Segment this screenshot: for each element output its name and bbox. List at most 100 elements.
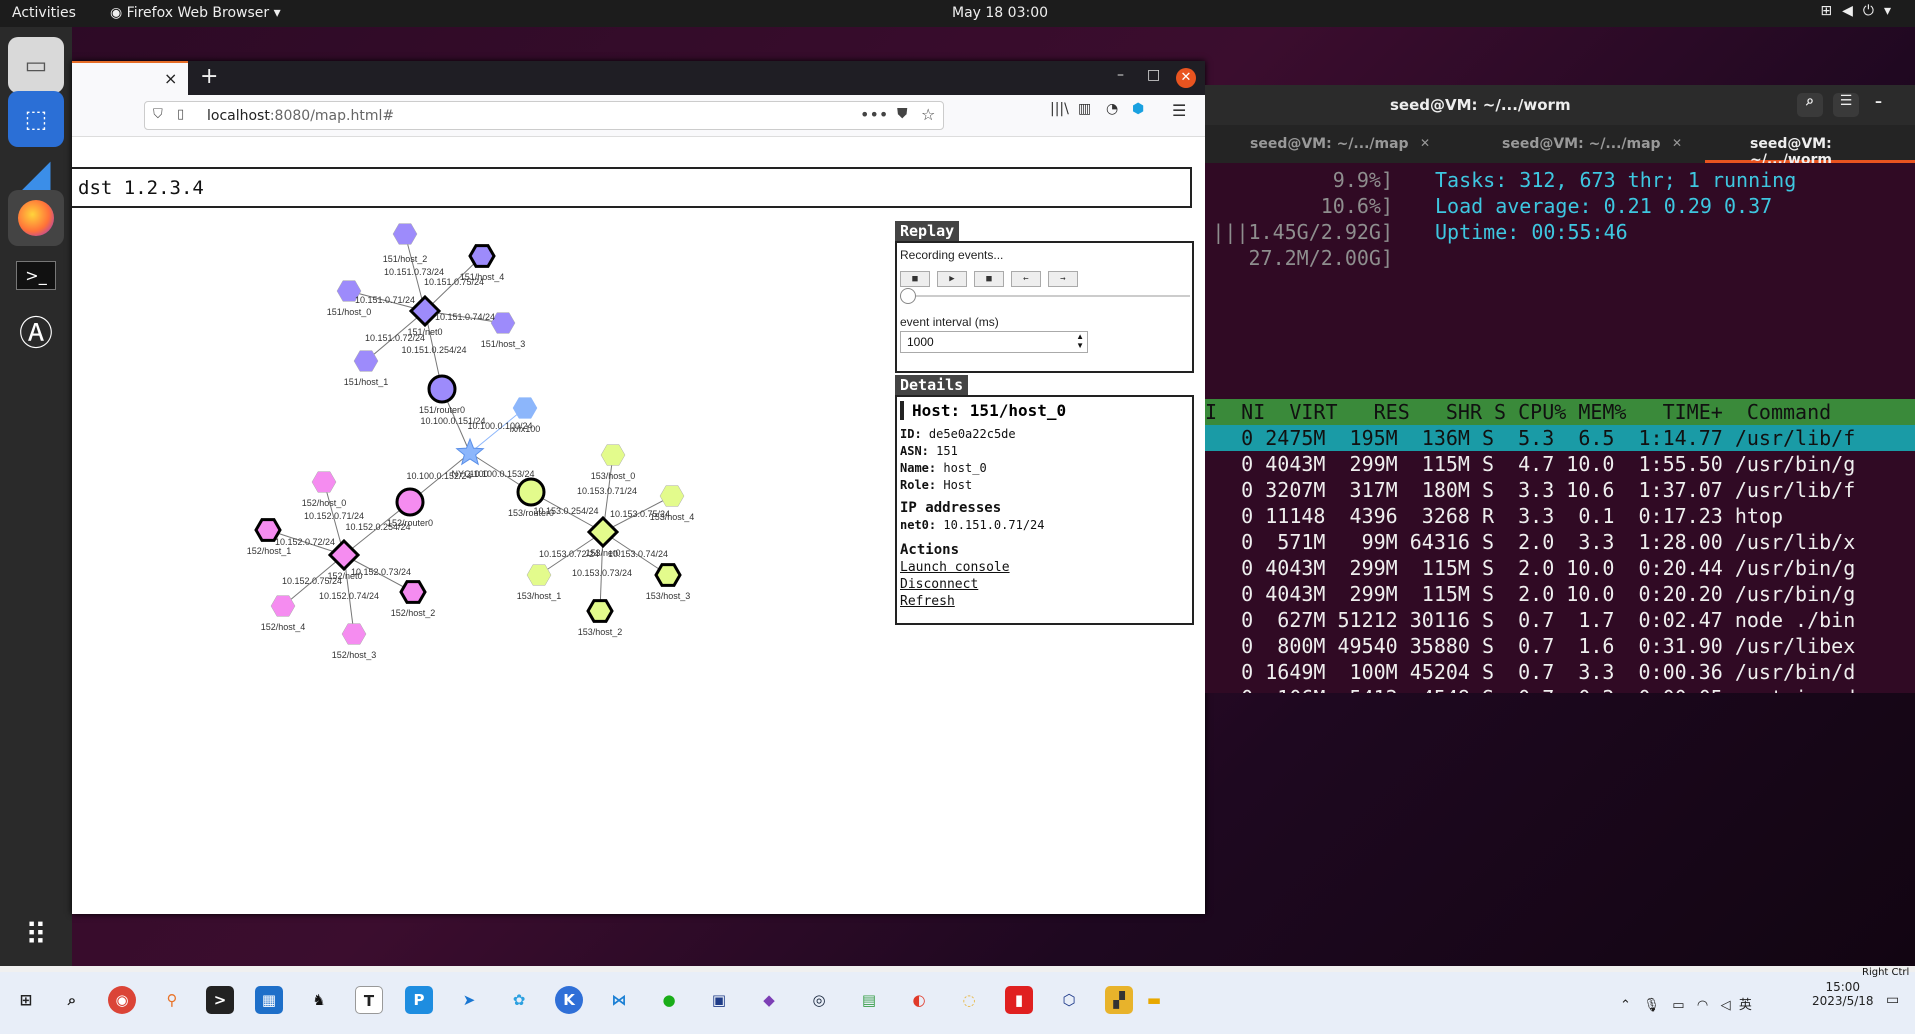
k-app-icon[interactable]: K bbox=[555, 986, 583, 1014]
menu-icon[interactable]: ☰ bbox=[1172, 101, 1186, 120]
app-icon-red[interactable]: ◐ bbox=[905, 986, 933, 1014]
url-bar[interactable]: ⛉ ▯ localhost:8080/map.html# ••• ⛊ ☆ bbox=[144, 101, 944, 130]
replay-slider[interactable] bbox=[900, 295, 1190, 297]
minimize-icon[interactable]: – bbox=[1117, 67, 1124, 83]
system-tray[interactable]: ⊞◀⏻▾ bbox=[1820, 3, 1901, 19]
bookmark-star-icon[interactable]: ☆ bbox=[921, 105, 935, 124]
page-actions-icon[interactable]: ••• bbox=[860, 105, 888, 124]
chrome-icon[interactable]: ◉ bbox=[108, 986, 136, 1014]
new-tab-button[interactable]: + bbox=[200, 64, 218, 89]
map-node-host[interactable] bbox=[399, 580, 427, 604]
process-row[interactable]: 0 0 800M 49540 35880 S 0.7 1.6 0:31.90 /… bbox=[1205, 633, 1915, 659]
htop-output[interactable]: 9.9%] Tasks: 312, 673 thr; 1 running 10.6%… bbox=[1205, 163, 1915, 693]
process-row[interactable]: 0 0 1649M 100M 45204 S 0.7 3.3 0:00.36 /… bbox=[1205, 659, 1915, 685]
account-icon[interactable]: ◔ bbox=[1106, 101, 1118, 117]
close-icon[interactable]: ✕ bbox=[1420, 136, 1430, 150]
process-row[interactable]: 0 0 4043M 299M 115M S 2.0 10.0 0:20.20 /… bbox=[1205, 581, 1915, 607]
shield-icon[interactable]: ⛉ bbox=[153, 107, 163, 122]
map-node-router[interactable] bbox=[427, 374, 457, 404]
extension-icon[interactable]: ⬢ bbox=[1132, 101, 1144, 117]
map-node-host[interactable] bbox=[526, 564, 552, 586]
file-explorer-icon[interactable]: ▬ bbox=[1140, 986, 1168, 1014]
store-icon[interactable]: ▦ bbox=[255, 986, 283, 1014]
map-node-host[interactable] bbox=[659, 485, 685, 507]
send-icon[interactable]: ➤ bbox=[455, 986, 483, 1014]
spinner-icon[interactable]: ▲ ▼ bbox=[1076, 332, 1084, 350]
qq-icon[interactable]: ♞ bbox=[305, 986, 333, 1014]
map-node-host[interactable] bbox=[468, 244, 496, 268]
show-apps-icon[interactable]: ⠿ bbox=[8, 907, 64, 963]
process-row[interactable]: 0 0 11148 4396 3268 R 3.3 0.1 0:17.23 ht… bbox=[1205, 503, 1915, 529]
process-row[interactable]: 0 0 4043M 299M 115M S 4.7 10.0 1:55.50 /… bbox=[1205, 451, 1915, 477]
url-text[interactable]: localhost:8080/map.html# bbox=[207, 108, 394, 124]
close-icon[interactable]: ✕ bbox=[1672, 136, 1682, 150]
process-row[interactable]: 0 0 2475M 195M 136M S 5.3 6.5 1:14.77 /u… bbox=[1205, 425, 1915, 451]
stop-button[interactable]: ■ bbox=[974, 271, 1004, 287]
process-row[interactable]: 0 0 571M 99M 64316 S 2.0 3.3 1:28.00 /us… bbox=[1205, 529, 1915, 555]
map-node-host[interactable] bbox=[392, 223, 418, 245]
step-forward-button[interactable]: → bbox=[1048, 271, 1078, 287]
maximize-icon[interactable]: □ bbox=[1147, 67, 1160, 83]
process-row[interactable]: 0 0 106M 5412 4548 S 0.7 0.2 0:00.05 con… bbox=[1205, 685, 1915, 693]
idea-icon[interactable]: ▞ bbox=[1105, 986, 1133, 1014]
app-menu[interactable]: ◉ Firefox Web Browser ▾ bbox=[110, 5, 281, 21]
terminal-icon[interactable]: > bbox=[206, 986, 234, 1014]
library-icon[interactable]: |||\ bbox=[1050, 101, 1069, 117]
network-app-icon[interactable]: ✿ bbox=[505, 986, 533, 1014]
tab-map[interactable]: × bbox=[72, 61, 188, 95]
pycharm-icon[interactable]: P bbox=[405, 986, 433, 1014]
map-node-net[interactable] bbox=[586, 515, 620, 549]
process-row[interactable]: 0 0 3207M 317M 180M S 3.3 10.6 1:37.07 /… bbox=[1205, 477, 1915, 503]
files-icon[interactable]: ▭ bbox=[8, 37, 64, 93]
wechat-icon[interactable]: ● bbox=[655, 986, 683, 1014]
process-row[interactable]: 0 0 4043M 299M 115M S 2.0 10.0 0:20.44 /… bbox=[1205, 555, 1915, 581]
activities-button[interactable]: Activities bbox=[12, 5, 76, 21]
minimize-icon[interactable]: – bbox=[1875, 94, 1882, 110]
disconnect-link[interactable]: Disconnect bbox=[900, 576, 1192, 593]
terminal-tab-2[interactable]: seed@VM: ~/.../map bbox=[1502, 136, 1661, 152]
software-icon[interactable]: Ⓐ bbox=[8, 302, 64, 358]
play-button[interactable]: ▶ bbox=[937, 271, 967, 287]
pocket-icon[interactable]: ⛊ bbox=[897, 106, 908, 122]
app-icon[interactable]: ▤ bbox=[855, 986, 883, 1014]
map-node-host[interactable] bbox=[341, 623, 367, 645]
refresh-link[interactable]: Refresh bbox=[900, 593, 1192, 610]
clock[interactable]: May 18 03:00 bbox=[952, 5, 1048, 21]
search-icon[interactable]: ⌕ bbox=[58, 986, 86, 1014]
firefox-icon[interactable] bbox=[8, 190, 64, 246]
search-tool-icon[interactable]: ⚲ bbox=[158, 986, 186, 1014]
windows-start-icon[interactable]: ⊞ bbox=[12, 986, 40, 1014]
steam-icon[interactable]: ◎ bbox=[805, 986, 833, 1014]
vbox-cube-icon[interactable]: ⬡ bbox=[1055, 986, 1083, 1014]
terminal-icon[interactable]: >_ bbox=[8, 247, 64, 303]
map-node-router[interactable] bbox=[395, 487, 425, 517]
record-button[interactable]: ■ bbox=[900, 271, 930, 287]
sidebar-icon[interactable]: ▥ bbox=[1078, 101, 1091, 117]
pdf-icon[interactable]: ▮ bbox=[1005, 986, 1033, 1014]
close-window-icon[interactable]: ✕ bbox=[1176, 68, 1196, 88]
interval-input[interactable]: 1000 ▲ ▼ bbox=[900, 331, 1088, 353]
step-back-button[interactable]: ← bbox=[1011, 271, 1041, 287]
game-icon[interactable]: ◌ bbox=[955, 986, 983, 1014]
visual-studio-icon[interactable]: ◆ bbox=[755, 986, 783, 1014]
screenshot-icon[interactable]: ⬚ bbox=[8, 91, 64, 147]
map-node-host[interactable] bbox=[600, 444, 626, 466]
virtualbox-icon[interactable]: ▣ bbox=[705, 986, 733, 1014]
typora-icon[interactable]: T bbox=[355, 986, 383, 1014]
hamburger-icon[interactable]: ☰ bbox=[1833, 93, 1859, 117]
slider-handle[interactable] bbox=[900, 288, 916, 304]
process-row[interactable]: 0 0 627M 51212 30116 S 0.7 1.7 0:02.47 n… bbox=[1205, 607, 1915, 633]
taskbar-clock[interactable]: 15:00 2023/5/18 bbox=[1812, 980, 1874, 1008]
map-node-host[interactable] bbox=[311, 471, 337, 493]
map-node-host[interactable] bbox=[586, 599, 614, 623]
page-icon[interactable]: ▯ bbox=[177, 107, 184, 122]
map-node-router[interactable] bbox=[516, 477, 546, 507]
close-tab-icon[interactable]: × bbox=[164, 69, 177, 88]
launch-console-link[interactable]: Launch console bbox=[900, 559, 1192, 576]
vscode-icon[interactable]: ⋈ bbox=[605, 986, 633, 1014]
terminal-tab-3[interactable]: seed@VM: ~/.../worm bbox=[1705, 125, 1915, 168]
map-node-host[interactable] bbox=[654, 563, 682, 587]
search-icon[interactable]: ⌕ bbox=[1797, 93, 1823, 117]
terminal-tab-1[interactable]: seed@VM: ~/.../map bbox=[1250, 136, 1409, 152]
tray-icons[interactable]: ⌃ 🎙 ▭ ◠ ◁ 英 bbox=[1620, 994, 1752, 1013]
